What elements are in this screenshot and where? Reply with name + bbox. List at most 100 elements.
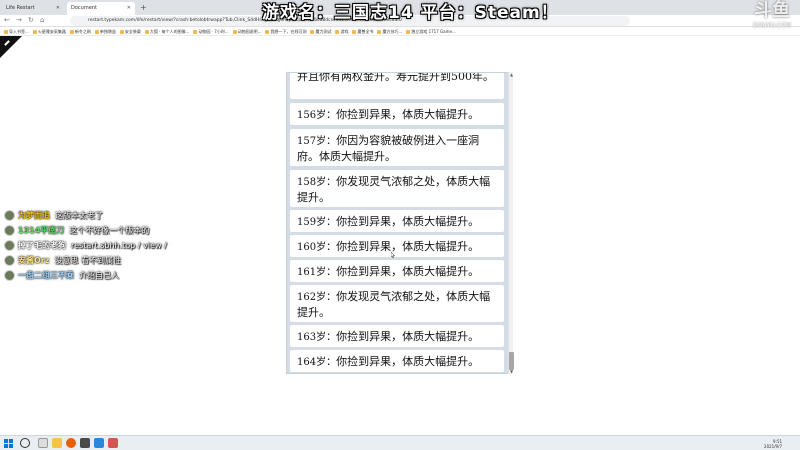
bookmark-item[interactable]: 魔兽全书 bbox=[352, 27, 373, 35]
life-events-panel[interactable]: 并且你有两权金升。寿元提升到500年。 156岁：你捡到异果，体质大幅提升。 1… bbox=[286, 72, 513, 374]
site-logo bbox=[0, 36, 22, 58]
bookmark-favicon-icon bbox=[69, 30, 74, 34]
event-entry: 161岁：你捡到异果，体质大幅提升。 bbox=[290, 260, 504, 282]
system-tray-clock[interactable]: 9:51 2021/9/7 bbox=[764, 439, 782, 449]
chat-message: 安酱Orz 没意思 看不到属性 bbox=[4, 253, 204, 267]
scroll-thumb[interactable] bbox=[509, 352, 514, 370]
search-icon[interactable] bbox=[20, 438, 30, 448]
panel-scrollbar[interactable]: ▲ ▼ bbox=[508, 72, 514, 374]
bookmark-favicon-icon bbox=[144, 30, 149, 34]
bookmark-favicon-icon bbox=[119, 30, 124, 34]
bookmark-item[interactable]: 新冬之刷 bbox=[69, 27, 91, 35]
bookmark-label: 魔方技巧... bbox=[382, 29, 403, 34]
douyu-watermark: 斗鱼 DOUYU.COM bbox=[744, 0, 800, 34]
bookmark-item[interactable]: 导入书签... bbox=[4, 27, 29, 35]
chat-username: 一盘二组三不乘 bbox=[18, 270, 74, 280]
watermark-url: DOUYU.COM bbox=[753, 22, 791, 29]
bookmark-item[interactable]: 动物园 · 7小时... bbox=[193, 27, 229, 35]
bookmark-favicon-icon bbox=[335, 30, 340, 34]
event-text: 你捡到异果，体质大幅提升。 bbox=[336, 240, 480, 253]
tab-title: Life Restart bbox=[6, 5, 35, 11]
bookmark-favicon-icon bbox=[377, 30, 382, 34]
event-text: 并且你有两权金升。寿元提升到500年。 bbox=[297, 72, 494, 83]
event-entry: 160岁：你捡到异果，体质大幅提升。 bbox=[290, 235, 504, 257]
scroll-up-icon[interactable]: ▲ bbox=[509, 72, 514, 77]
danmaku-chat: 为梦而追 这版本太老了 1314平南刀 这个不好像一个版本的 掉了毛的老狗 re… bbox=[4, 208, 204, 283]
bookmark-favicon-icon bbox=[32, 30, 37, 34]
event-age: 164岁： bbox=[297, 357, 337, 368]
avatar bbox=[4, 239, 15, 251]
tab-document[interactable]: Document ✕ bbox=[67, 2, 135, 15]
bookmark-favicon-icon bbox=[406, 30, 411, 34]
event-age: 157岁： bbox=[297, 136, 337, 147]
windows-start-icon[interactable] bbox=[4, 439, 13, 448]
chat-text: restart.sbhh.top / view / bbox=[71, 240, 167, 250]
bookmark-item[interactable]: 动物园说明... bbox=[232, 27, 262, 35]
bookmark-label: 新冬之刷 bbox=[74, 29, 91, 34]
app-icon[interactable] bbox=[94, 438, 104, 448]
firefox-icon[interactable] bbox=[66, 438, 76, 448]
bookmark-item[interactable]: 大狐 · 每个人的图像... bbox=[144, 27, 189, 35]
back-icon[interactable]: ← bbox=[4, 16, 10, 24]
bookmark-label: 动物园说明... bbox=[237, 29, 262, 34]
bookmark-label: 火星雅安采集器 bbox=[37, 29, 66, 34]
event-text: 你捡到异果，体质大幅提升。 bbox=[336, 108, 480, 121]
bookmark-item[interactable]: 魔力测试 bbox=[310, 27, 331, 35]
close-icon[interactable]: ✕ bbox=[127, 2, 131, 15]
chat-text: 这版本太老了 bbox=[55, 210, 103, 220]
bookmark-item[interactable]: 魔方技巧... bbox=[377, 27, 403, 35]
scroll-down-icon[interactable]: ▼ bbox=[509, 369, 514, 374]
mouse-cursor-icon bbox=[391, 252, 395, 258]
event-age: 161岁： bbox=[297, 267, 337, 278]
bookmark-label: 安全装载 bbox=[124, 29, 141, 34]
file-explorer-icon[interactable] bbox=[52, 438, 62, 448]
app-icon[interactable] bbox=[80, 438, 90, 448]
bookmark-label: 游戏 bbox=[340, 29, 349, 34]
tray-date: 2021/9/7 bbox=[764, 444, 782, 449]
forward-icon[interactable]: → bbox=[16, 16, 22, 24]
avatar bbox=[4, 269, 15, 281]
task-view-icon[interactable] bbox=[38, 438, 48, 448]
event-entry: 164岁：你捡到异果，体质大幅提升。 bbox=[290, 350, 504, 372]
bookmark-favicon-icon bbox=[352, 30, 357, 34]
bookmarks-bar: 导入书签... 火星雅安采集器 新冬之刷 单独增益 安全装载 大狐 · 每个人的图像...… bbox=[0, 27, 800, 36]
bookmark-favicon-icon bbox=[4, 30, 8, 34]
tab-title: Document bbox=[71, 5, 97, 11]
bookmark-label: 我想一下，在线可测 bbox=[270, 29, 307, 34]
bookmark-item[interactable]: 火星雅安采集器 bbox=[32, 27, 66, 35]
avatar bbox=[4, 254, 15, 266]
tab-life-restart[interactable]: Life Restart ✕ bbox=[2, 2, 64, 15]
chat-text: 没意思 看不到属性 bbox=[54, 255, 121, 265]
chat-username: 掉了毛的老狗 bbox=[18, 240, 66, 250]
app-icon[interactable] bbox=[108, 438, 118, 448]
bookmark-label: 动物园 · 7小时... bbox=[198, 29, 229, 34]
event-text: 你捡到异果，体质大幅提升。 bbox=[336, 265, 480, 278]
bookmark-item[interactable]: 独立游戏 1717 Game... bbox=[406, 27, 456, 35]
bookmark-item[interactable]: 游戏 bbox=[335, 27, 349, 35]
event-entry: 156岁：你捡到异果，体质大幅提升。 bbox=[290, 103, 504, 125]
chat-text: 这个不好像一个版本的 bbox=[69, 225, 150, 235]
new-tab-icon[interactable]: + bbox=[140, 3, 147, 12]
event-age: 160岁： bbox=[297, 242, 337, 253]
bookmark-item[interactable]: 单独增益 bbox=[94, 27, 116, 35]
event-age: 156岁： bbox=[297, 110, 337, 121]
bookmark-favicon-icon bbox=[193, 30, 198, 34]
bookmark-item[interactable]: 我想一下，在线可测 bbox=[265, 27, 307, 35]
stream-title: 游戏名：三国志14 平台：Steam！ bbox=[262, 3, 559, 23]
bookmark-favicon-icon bbox=[265, 30, 270, 34]
bookmark-label: 独立游戏 1717 Game... bbox=[411, 29, 456, 34]
home-icon[interactable]: ⌂ bbox=[40, 16, 44, 24]
event-text: 你捡到异果，体质大幅提升。 bbox=[336, 355, 480, 368]
reload-icon[interactable]: ↻ bbox=[28, 16, 34, 24]
chat-message: 掉了毛的老狗 restart.sbhh.top / view / bbox=[4, 238, 204, 252]
bookmark-favicon-icon bbox=[232, 30, 237, 34]
event-entry: 163岁：你捡到异果，体质大幅提升。 bbox=[290, 325, 504, 347]
bookmark-label: 导入书签... bbox=[9, 29, 29, 34]
chat-username: 安酱Orz bbox=[18, 255, 50, 265]
event-age: 162岁： bbox=[297, 292, 337, 303]
event-entry: 158岁：你发现灵气浓郁之处，体质大幅提升。 bbox=[290, 170, 504, 207]
bookmark-item[interactable]: 安全装载 bbox=[119, 27, 141, 35]
watermark-logo: 斗鱼 bbox=[754, 0, 790, 21]
event-age: 158岁： bbox=[297, 177, 337, 188]
close-icon[interactable]: ✕ bbox=[56, 2, 60, 15]
